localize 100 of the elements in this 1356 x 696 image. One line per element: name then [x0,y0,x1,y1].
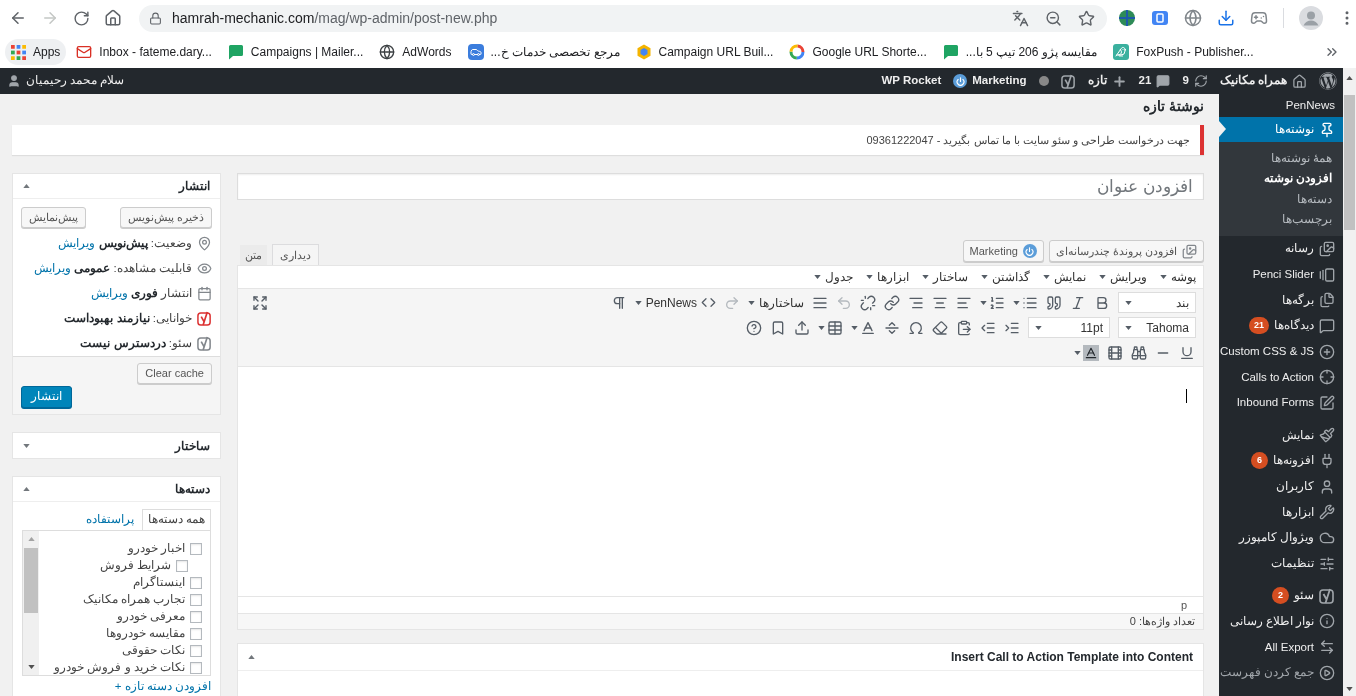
bold-icon[interactable] [1094,294,1110,311]
globe-icon[interactable] [1118,9,1136,27]
comments-link[interactable]: 21 [1132,68,1177,94]
bookmark-icon[interactable] [770,319,786,336]
menu-button[interactable]: جدول [814,268,853,286]
back-icon[interactable] [9,9,27,27]
caret-icon[interactable] [1125,325,1132,330]
scrollbar-thumb[interactable] [1344,95,1355,230]
help-icon[interactable] [746,319,762,336]
menu-item[interactable]: برگه‌ها [1219,287,1343,314]
submenu-item[interactable]: افزودن نوشته [1219,168,1343,189]
collapse-menu-button[interactable]: جمع کردن فهرست [1219,660,1343,686]
caret-icon[interactable] [981,275,988,279]
font-size-select[interactable]: 11pt [1028,317,1110,338]
checkbox[interactable] [190,661,202,674]
avatar-icon[interactable] [1299,6,1323,30]
font-family-select[interactable]: Tahoma [1118,317,1196,338]
collapse-arrow-icon[interactable] [248,655,255,659]
text-color-icon[interactable] [860,319,876,336]
bookmark[interactable]: Inbox - fateme.dary... [70,39,218,65]
category-label[interactable]: نکات حقوقی [121,641,185,660]
logo-icon[interactable] [1319,72,1337,90]
menu-item[interactable]: Inbound Forms [1219,390,1343,416]
menu-item[interactable]: Penci Slider [1219,261,1343,288]
menu-button[interactable]: پوشه [1160,268,1196,286]
gamepad-icon[interactable] [1250,9,1268,27]
unlink-icon[interactable] [860,294,876,311]
expand-arrow-icon[interactable] [23,443,30,448]
edit-link[interactable]: ویرایش [90,286,128,299]
caret-icon[interactable] [866,275,873,279]
caret-icon[interactable] [634,300,642,305]
category-label[interactable]: تجارب همراه مکانیک [82,590,185,609]
caret-icon[interactable] [1074,350,1081,355]
scrollbar-track[interactable] [23,531,39,675]
globe-icon[interactable] [1184,9,1202,27]
bookmark[interactable]: FoxPush - Publisher... [1107,39,1260,65]
seo-score-icon[interactable] [1060,73,1076,89]
save-draft-button[interactable]: ذخیره پیش‌نویس [119,207,212,228]
wp-rocket-link[interactable]: WP Rocket [875,68,948,94]
category-label[interactable]: معرفی خودرو [116,607,185,626]
category-tab[interactable]: همه دسته‌ها [141,509,211,530]
table-icon[interactable] [827,319,843,336]
download-icon[interactable] [1217,9,1235,27]
category-label[interactable]: اخبار خودرو [127,539,185,558]
bookmark[interactable]: AdWords [373,39,458,65]
address-bar[interactable]: hamrah-mechanic.com/mag/wp-admin/post-new.php [139,4,1107,32]
add-category-link[interactable]: + افزودن دسته تازه [22,678,211,696]
element-path[interactable]: p [1180,596,1187,614]
caret-icon[interactable] [818,325,825,330]
category-label[interactable]: شرایط فروش [99,556,171,575]
collapse-arrow-icon[interactable] [23,184,30,188]
bookmark[interactable]: Campaigns | Mailer... [221,39,370,65]
new-content-link[interactable]: تازه [1081,68,1133,94]
editor-tab[interactable]: دیداری [272,244,319,265]
scroll-down-icon[interactable] [27,665,35,669]
numbered-list-icon[interactable] [989,294,1005,311]
caret-icon[interactable] [748,300,755,305]
caret-icon[interactable] [922,275,929,279]
menu-button[interactable]: گذاشتن [981,268,1030,286]
film-icon[interactable] [1107,344,1123,361]
submenu-item[interactable]: برچسب‌ها [1219,209,1343,230]
menu-item[interactable]: نوار اطلاع رسانی [1219,608,1343,635]
underline-icon[interactable] [1179,344,1195,361]
bookmark[interactable]: Apps [5,39,67,65]
menu-item[interactable]: کاربران [1219,473,1343,500]
binoculars-icon[interactable] [1131,344,1147,361]
menu-item[interactable]: تنظیمات [1219,550,1343,577]
marketing-button[interactable]: Marketing [962,240,1044,262]
zoom-out-icon[interactable] [1045,9,1062,27]
fullscreen-icon[interactable] [252,294,268,311]
menu-item[interactable]: PenNews [1219,94,1343,117]
block-format-select[interactable]: بند [1118,292,1196,313]
menu-item[interactable]: رسانه [1219,236,1343,262]
highlight-color-icon[interactable] [1083,344,1099,361]
site-link[interactable]: همراه مکانیک [1213,68,1313,94]
edit-link[interactable]: ویرایش [34,261,72,274]
caret-icon[interactable] [1043,275,1050,279]
user-greeting-link[interactable]: سلام محمد رحیمیان [0,68,132,94]
category-tab[interactable]: پراستفاده [83,509,136,530]
title-input[interactable]: افزودن عنوان [237,173,1204,200]
clear-cache-button[interactable]: Clear cache [137,363,212,384]
category-label[interactable]: اینستاگرام [133,573,185,592]
marketing-link[interactable]: Marketing [947,68,1033,94]
preview-button[interactable]: پیش‌نمایش [21,207,86,228]
eraser-icon[interactable] [932,319,948,336]
paste-icon[interactable] [956,319,972,336]
add-media-button[interactable]: افزودن پروندهٔ چندرسانه‌ای [1048,240,1204,262]
menu-item[interactable]: Custom CSS & JS [1219,338,1343,365]
caret-icon[interactable] [1125,300,1132,305]
upload-icon[interactable] [794,319,810,336]
caret-icon[interactable] [1013,300,1020,305]
editor-tab[interactable]: متن [240,245,267,265]
link-icon[interactable] [884,294,900,311]
menu-button[interactable]: نمایش [1043,268,1086,286]
menu-button[interactable]: ابزارها [866,268,909,286]
menu-item[interactable]: Calls to Action [1219,364,1343,391]
separator-icon[interactable] [884,319,900,336]
menu-item[interactable]: نمایش [1219,422,1343,448]
menu-item[interactable]: نوشته‌ها [1219,117,1343,142]
submenu-item[interactable]: دسته‌ها [1219,189,1343,210]
